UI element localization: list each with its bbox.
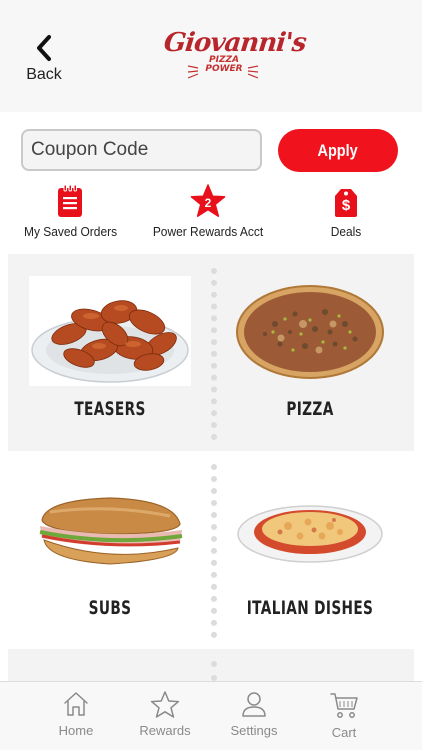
- tab-settings-label: Settings: [230, 723, 278, 738]
- back-label: Back: [26, 66, 62, 83]
- tab-cart[interactable]: Cart: [309, 690, 379, 740]
- category-subs[interactable]: SUBS: [12, 462, 208, 642]
- sub-sandwich-image: [39, 497, 183, 565]
- coupon-code-input[interactable]: [21, 129, 262, 171]
- header-bar: Back Giovanni's PIZZA POWER: [0, 0, 422, 112]
- dollar-symbol: $: [341, 197, 351, 214]
- deals-button[interactable]: $ Deals: [318, 184, 374, 239]
- home-icon: [64, 692, 88, 716]
- logo-wordmark: Giovanni's: [162, 28, 308, 58]
- tab-cart-label: Cart: [331, 725, 357, 740]
- tab-rewards[interactable]: Rewards: [130, 690, 200, 738]
- tab-home-label: Home: [58, 723, 94, 738]
- back-button[interactable]: Back: [22, 34, 66, 86]
- apply-button-label: Apply: [317, 140, 359, 160]
- category-teasers[interactable]: TEASERS: [12, 264, 208, 444]
- chevron-left-icon: [37, 35, 51, 61]
- tab-rewards-label: Rewards: [139, 723, 191, 738]
- star-outline-icon: [150, 691, 180, 718]
- my-saved-orders-label: My Saved Orders: [24, 224, 118, 239]
- category-row-3: [8, 649, 414, 682]
- baked-pasta-image: [237, 505, 383, 563]
- my-saved-orders-button[interactable]: My Saved Orders: [20, 184, 120, 239]
- category-row-1: TEASERS PIZZA: [8, 254, 414, 451]
- person-icon: [242, 692, 266, 717]
- apply-button[interactable]: Apply: [278, 129, 398, 172]
- category-subs-label: SUBS: [88, 597, 132, 619]
- deals-label: Deals: [330, 224, 362, 239]
- power-rewards-account-button[interactable]: 2 Power Rewards Acct: [146, 184, 270, 239]
- category-row-2: SUBS ITALIAN DISHES: [8, 452, 414, 648]
- category-italian-dishes-label: ITALIAN DISHES: [246, 597, 374, 619]
- column-divider: [211, 661, 217, 681]
- category-italian-dishes[interactable]: ITALIAN DISHES: [212, 462, 408, 642]
- logo-tagline-power: POWER: [205, 64, 243, 74]
- bottom-tab-bar: Home Rewards Settings Cart: [0, 681, 422, 750]
- logo-tagline: PIZZA POWER: [194, 56, 254, 74]
- rewards-badge-count: 2: [204, 196, 212, 210]
- chicken-wings-image: [29, 276, 191, 386]
- pizza-image: [236, 285, 384, 379]
- tab-settings[interactable]: Settings: [219, 690, 289, 738]
- category-pizza[interactable]: PIZZA: [212, 264, 408, 444]
- category-pizza-label: PIZZA: [286, 398, 334, 420]
- tab-home[interactable]: Home: [41, 690, 111, 738]
- cart-icon: [330, 693, 358, 718]
- clipboard-icon: [58, 184, 82, 217]
- giovannis-logo: Giovanni's PIZZA POWER: [160, 22, 307, 86]
- category-teasers-label: TEASERS: [74, 398, 146, 420]
- power-rewards-label: Power Rewards Acct: [152, 224, 264, 239]
